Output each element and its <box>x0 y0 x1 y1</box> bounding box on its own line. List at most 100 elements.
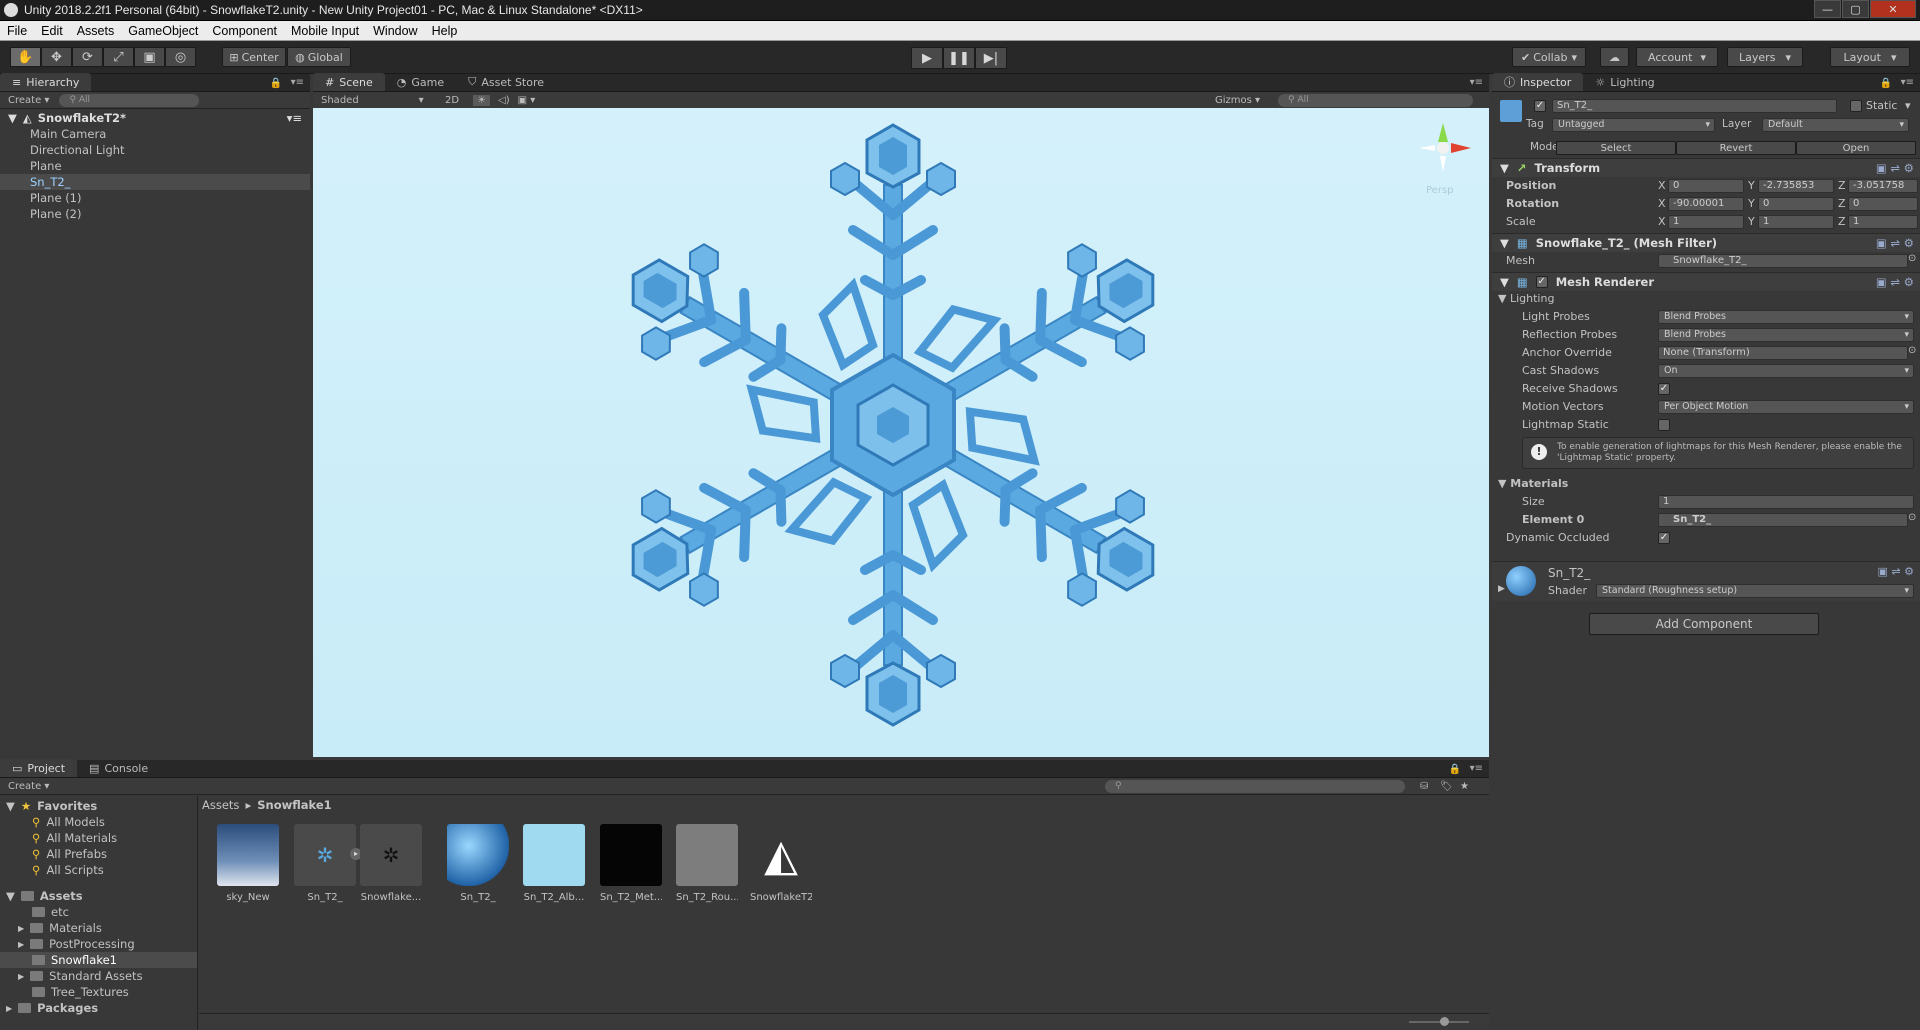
model-open-button[interactable]: Open <box>1796 141 1916 155</box>
component-settings-icon[interactable]: ▣ ⇌ ⚙ <box>1876 236 1914 250</box>
minimize-button[interactable]: — <box>1814 0 1841 18</box>
filter-by-type-icon[interactable]: ⛁ <box>1420 781 1428 792</box>
panel-menu-icon[interactable]: ▾≡ <box>1470 77 1483 88</box>
pivot-global-button[interactable]: ◍ Global <box>287 47 351 67</box>
menu-help[interactable]: Help <box>425 24 465 38</box>
cloud-icon[interactable]: ☁ <box>1600 47 1629 67</box>
scene-search-input[interactable]: ⚲ All <box>1278 94 1473 107</box>
shading-dropdown[interactable]: Shaded ▾ <box>321 95 431 106</box>
gizmos-dropdown[interactable]: Gizmos ▾ <box>1215 95 1260 106</box>
transform-tool-icon[interactable]: ◎ <box>165 47 196 67</box>
object-name-input[interactable]: Sn_T2_ <box>1552 99 1837 113</box>
collab-button[interactable]: ✔ Collab ▾ <box>1512 47 1586 67</box>
folder-item-selected[interactable]: Snowflake1 <box>0 952 197 968</box>
foldout-icon[interactable]: ▼ <box>1500 236 1509 250</box>
favorite-item[interactable]: ⚲ All Materials <box>0 830 197 846</box>
expand-arrow-icon[interactable]: ▼ <box>8 111 17 125</box>
menu-assets[interactable]: Assets <box>70 24 122 38</box>
asset-item[interactable]: Sn_T2_Alb... <box>523 824 585 903</box>
object-picker-icon[interactable]: ⊙ <box>1908 345 1916 356</box>
static-checkbox[interactable] <box>1850 100 1862 112</box>
model-select-button[interactable]: Select <box>1556 141 1676 155</box>
foldout-icon[interactable]: ▼ <box>1500 161 1509 175</box>
zoom-slider[interactable] <box>1409 1021 1469 1023</box>
hierarchy-item-selected[interactable]: Sn_T2_ <box>0 174 310 190</box>
scale-tool-icon[interactable]: ⤢ <box>103 47 134 67</box>
zoom-slider-handle[interactable] <box>1440 1017 1449 1026</box>
hierarchy-item[interactable]: Main Camera <box>0 126 310 142</box>
hierarchy-item[interactable]: Plane <box>0 158 310 174</box>
menu-file[interactable]: File <box>0 24 34 38</box>
lock-icon[interactable]: 🔒 <box>1880 78 1892 89</box>
position-y-field[interactable]: -2.735853 <box>1758 179 1834 193</box>
folder-item[interactable]: etc <box>0 904 197 920</box>
element0-field[interactable]: Sn_T2_ <box>1658 513 1908 527</box>
project-create-dropdown[interactable]: Create ▾ <box>8 781 49 792</box>
audio-toggle-icon[interactable]: ◁) <box>498 95 510 106</box>
motion-vectors-dropdown[interactable]: Per Object Motion <box>1658 400 1914 414</box>
step-icon[interactable]: ▶| <box>975 47 1007 69</box>
mesh-renderer-enabled-checkbox[interactable]: ✓ <box>1535 276 1548 288</box>
position-x-field[interactable]: 0 <box>1668 179 1744 193</box>
layers-dropdown[interactable]: Layers ▾ <box>1727 47 1803 67</box>
hierarchy-item[interactable]: Plane (1) <box>0 190 310 206</box>
asset-item[interactable]: sky_New <box>217 824 279 903</box>
asset-item[interactable]: ✲ Snowflake... <box>360 824 422 903</box>
foldout-icon[interactable]: ▼ <box>1500 275 1509 289</box>
mesh-object-field[interactable]: Snowflake_T2_ <box>1658 254 1908 268</box>
scale-y-field[interactable]: 1 <box>1758 215 1834 229</box>
favorite-item[interactable]: ⚲ All Models <box>0 814 197 830</box>
panel-menu-icon[interactable]: ▾≡ <box>1901 77 1914 88</box>
lock-icon[interactable]: 🔒 <box>1449 764 1461 775</box>
tag-dropdown[interactable]: Untagged <box>1552 118 1715 132</box>
hierarchy-item[interactable]: Directional Light <box>0 142 310 158</box>
tab-lighting[interactable]: ☼ Lighting <box>1583 73 1666 91</box>
lighting-foldout[interactable]: ▼ Lighting <box>1498 292 1554 305</box>
maximize-button[interactable]: ▢ <box>1842 0 1869 18</box>
object-picker-icon[interactable]: ⊙ <box>1908 253 1916 264</box>
asset-item[interactable]: ✲ Sn_T2_ <box>294 824 356 903</box>
account-dropdown[interactable]: Account ▾ <box>1636 47 1718 67</box>
favorite-item[interactable]: ⚲ All Scripts <box>0 862 197 878</box>
assets-foldout[interactable]: ▼ Assets <box>0 888 197 904</box>
menu-gameobject[interactable]: GameObject <box>121 24 205 38</box>
materials-foldout[interactable]: ▼ Materials <box>1498 477 1568 490</box>
tab-inspector[interactable]: ⓘ Inspector <box>1492 73 1584 91</box>
active-checkbox[interactable]: ✓ <box>1534 100 1546 112</box>
play-icon[interactable]: ▶ <box>911 47 943 69</box>
scene-menu-icon[interactable]: ▾≡ <box>287 111 302 125</box>
panel-menu-icon[interactable]: ▾≡ <box>1470 763 1483 774</box>
object-picker-icon[interactable]: ⊙ <box>1908 512 1916 523</box>
move-tool-icon[interactable]: ✥ <box>41 47 72 67</box>
scale-z-field[interactable]: 1 <box>1848 215 1918 229</box>
static-dropdown-icon[interactable]: ▾ <box>1905 99 1911 112</box>
tab-hierarchy[interactable]: ≡ Hierarchy <box>0 73 92 91</box>
component-settings-icon[interactable]: ▣ ⇌ ⚙ <box>1878 565 1914 578</box>
hierarchy-item[interactable]: Plane (2) <box>0 206 310 222</box>
tab-console[interactable]: ▤ Console <box>77 759 160 777</box>
lightmap-static-checkbox[interactable] <box>1658 419 1670 431</box>
rotate-tool-icon[interactable]: ⟳ <box>72 47 103 67</box>
tab-scene[interactable]: # Scene <box>313 73 385 91</box>
model-revert-button[interactable]: Revert <box>1676 141 1796 155</box>
lighting-toggle-icon[interactable]: ☀ <box>473 95 491 106</box>
add-component-button[interactable]: Add Component <box>1589 613 1819 635</box>
folder-item[interactable]: Tree_Textures <box>0 984 197 1000</box>
lock-icon[interactable]: 🔒 <box>270 78 282 89</box>
effects-toggle-icon[interactable]: ▣ ▾ <box>518 95 536 106</box>
packages-foldout[interactable]: ▶ Packages <box>0 1000 197 1016</box>
mesh-renderer-header[interactable]: ▼ ▦ ✓ Mesh Renderer ▣ ⇌ ⚙ <box>1492 272 1920 291</box>
layer-dropdown[interactable]: Default <box>1762 118 1909 132</box>
position-z-field[interactable]: -3.051758 <box>1848 179 1918 193</box>
project-search-input[interactable]: ⚲ <box>1105 779 1405 793</box>
breadcrumb-assets[interactable]: Assets <box>202 798 239 812</box>
transform-header[interactable]: ▼ ↗ Transform ▣ ⇌ ⚙ <box>1492 158 1920 177</box>
folder-item[interactable]: ▶ PostProcessing <box>0 936 197 952</box>
receive-shadows-checkbox[interactable]: ✓ <box>1658 383 1670 395</box>
mesh-filter-header[interactable]: ▼ ▦ Snowflake_T2_ (Mesh Filter) ▣ ⇌ ⚙ <box>1492 233 1920 252</box>
favorites-foldout[interactable]: ▼ ★ Favorites <box>0 798 197 814</box>
folder-item[interactable]: ▶ Standard Assets <box>0 968 197 984</box>
rotation-y-field[interactable]: 0 <box>1758 197 1834 211</box>
tab-project[interactable]: ▭ Project <box>0 759 78 777</box>
2d-toggle[interactable]: 2D <box>445 95 459 106</box>
